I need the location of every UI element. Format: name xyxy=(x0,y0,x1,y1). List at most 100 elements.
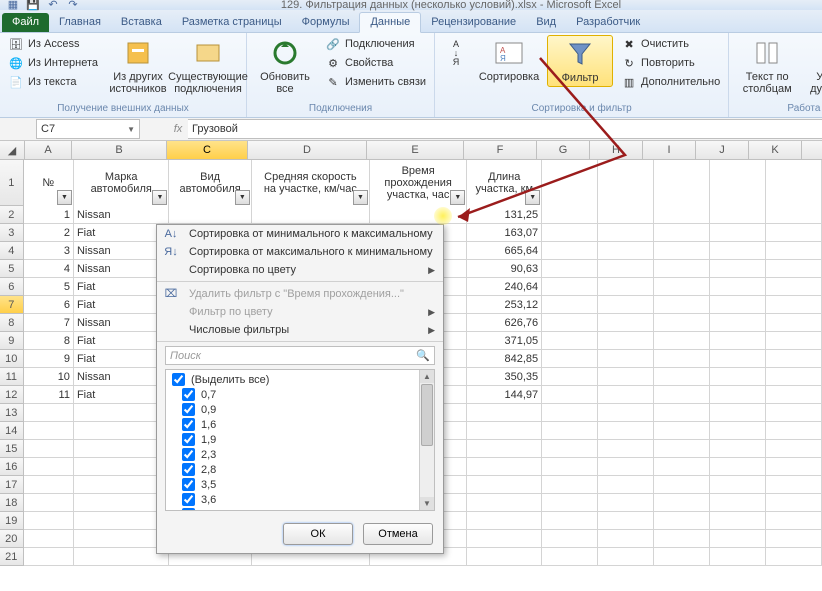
filter-dropdown-icon[interactable]: ▼ xyxy=(57,190,72,205)
cell[interactable]: 6 xyxy=(24,296,74,314)
col-header-I[interactable]: I xyxy=(643,141,696,159)
save-icon[interactable]: 💾 xyxy=(26,0,40,11)
row-header[interactable]: 9 xyxy=(0,332,24,350)
tab-formulas[interactable]: Формулы xyxy=(292,13,360,32)
col-header-K[interactable]: K xyxy=(749,141,802,159)
value-checkbox[interactable] xyxy=(182,493,195,506)
name-box[interactable]: C7▼ xyxy=(36,119,140,139)
from-access-button[interactable]: 🗄Из Access xyxy=(6,35,100,53)
col-header-B[interactable]: B xyxy=(72,141,167,159)
cell[interactable]: 163,07 xyxy=(467,224,542,242)
col-header-J[interactable]: J xyxy=(696,141,749,159)
cell[interactable] xyxy=(370,206,467,224)
row-header[interactable]: 10 xyxy=(0,350,24,368)
sort-ascending-item[interactable]: A↓Сортировка от минимального к максималь… xyxy=(157,225,443,243)
cancel-button[interactable]: Отмена xyxy=(363,523,433,545)
cell[interactable]: 7 xyxy=(24,314,74,332)
fx-icon[interactable]: fx xyxy=(168,123,188,135)
cell[interactable] xyxy=(169,206,251,224)
remove-duplicates-button[interactable]: Удалить дубликаты xyxy=(805,35,822,97)
header-cell[interactable]: №▼ xyxy=(24,160,74,206)
existing-connections-button[interactable]: Существующие подключения xyxy=(176,35,240,97)
row-header[interactable]: 4 xyxy=(0,242,24,260)
ok-button[interactable]: ОК xyxy=(283,523,353,545)
row-header[interactable]: 18 xyxy=(0,494,24,512)
sort-az-button[interactable]: A↓Я xyxy=(441,35,471,71)
row-header[interactable]: 13 xyxy=(0,404,24,422)
row-header[interactable]: 2 xyxy=(0,206,24,224)
filter-dropdown-icon[interactable]: ▼ xyxy=(353,190,368,205)
header-cell[interactable]: Длина участка, км▼ xyxy=(467,160,542,206)
sort-descending-item[interactable]: Я↓Сортировка от максимального к минималь… xyxy=(157,243,443,261)
row-header[interactable]: 6 xyxy=(0,278,24,296)
properties-button[interactable]: ⚙Свойства xyxy=(323,54,428,72)
row-header[interactable]: 21 xyxy=(0,548,24,566)
cell[interactable]: 253,12 xyxy=(467,296,542,314)
select-all-cell[interactable]: ◢ xyxy=(0,141,25,159)
cell[interactable]: 11 xyxy=(24,386,74,404)
value-checkbox[interactable] xyxy=(182,478,195,491)
sort-by-color-item[interactable]: Сортировка по цвету▶ xyxy=(157,261,443,279)
cell[interactable]: 350,35 xyxy=(467,368,542,386)
tab-home[interactable]: Главная xyxy=(49,13,111,32)
select-all-checkbox[interactable] xyxy=(172,373,185,386)
value-checkbox[interactable] xyxy=(182,388,195,401)
filter-dropdown-icon[interactable]: ▼ xyxy=(235,190,250,205)
value-checkbox[interactable] xyxy=(182,433,195,446)
from-web-button[interactable]: 🌐Из Интернета xyxy=(6,54,100,72)
filter-button[interactable]: Фильтр xyxy=(547,35,613,87)
undo-icon[interactable]: ↶ xyxy=(46,0,60,11)
cell[interactable]: 90,63 xyxy=(467,260,542,278)
filter-dropdown-icon[interactable]: ▼ xyxy=(450,190,465,205)
cell[interactable]: 131,25 xyxy=(467,206,542,224)
row-header[interactable]: 3 xyxy=(0,224,24,242)
col-header-H[interactable]: H xyxy=(590,141,643,159)
row-header[interactable]: 12 xyxy=(0,386,24,404)
col-header-A[interactable]: A xyxy=(25,141,72,159)
checklist-scrollbar[interactable]: ▲▼ xyxy=(419,370,434,510)
from-text-button[interactable]: 📄Из текста xyxy=(6,73,100,91)
row-header[interactable]: 19 xyxy=(0,512,24,530)
value-checkbox[interactable] xyxy=(182,418,195,431)
row-header[interactable]: 8 xyxy=(0,314,24,332)
row-header-1[interactable]: 1 xyxy=(0,160,24,206)
tab-developer[interactable]: Разработчик xyxy=(566,13,650,32)
row-header[interactable]: 7 xyxy=(0,296,24,314)
value-checkbox[interactable] xyxy=(182,508,195,511)
sort-button[interactable]: АЯ Сортировка xyxy=(477,35,541,85)
namebox-dropdown-icon[interactable]: ▼ xyxy=(127,125,135,134)
row-header[interactable]: 14 xyxy=(0,422,24,440)
tab-view[interactable]: Вид xyxy=(526,13,566,32)
cell[interactable]: 144,97 xyxy=(467,386,542,404)
header-cell[interactable]: Марка автомобиля▼ xyxy=(74,160,170,206)
row-header[interactable]: 11 xyxy=(0,368,24,386)
row-header[interactable]: 17 xyxy=(0,476,24,494)
filter-values-list[interactable]: (Выделить все)0,70,91,61,92,32,83,53,64,… xyxy=(165,369,435,511)
cell[interactable]: 2 xyxy=(24,224,74,242)
col-header-F[interactable]: F xyxy=(464,141,537,159)
cell[interactable]: 3 xyxy=(24,242,74,260)
cell[interactable]: 371,05 xyxy=(467,332,542,350)
header-cell[interactable]: Средняя скорость на участке, км/час▼ xyxy=(252,160,370,206)
col-header-D[interactable]: D xyxy=(248,141,367,159)
header-cell[interactable]: Время прохождения участка, час▼ xyxy=(370,160,467,206)
filter-dropdown-icon[interactable]: ▼ xyxy=(525,190,540,205)
tab-insert[interactable]: Вставка xyxy=(111,13,172,32)
col-header-E[interactable]: E xyxy=(367,141,464,159)
redo-icon[interactable]: ↷ xyxy=(66,0,80,11)
tab-data[interactable]: Данные xyxy=(359,12,421,33)
tab-review[interactable]: Рецензирование xyxy=(421,13,526,32)
cell[interactable]: 10 xyxy=(24,368,74,386)
cell[interactable]: 8 xyxy=(24,332,74,350)
row-header[interactable]: 5 xyxy=(0,260,24,278)
tab-page-layout[interactable]: Разметка страницы xyxy=(172,13,292,32)
cell[interactable]: 842,85 xyxy=(467,350,542,368)
cell[interactable]: 9 xyxy=(24,350,74,368)
header-cell[interactable]: Вид автомобиля▼ xyxy=(169,160,251,206)
row-header[interactable]: 16 xyxy=(0,458,24,476)
text-to-columns-button[interactable]: Текст по столбцам xyxy=(735,35,799,97)
cell[interactable]: 5 xyxy=(24,278,74,296)
cell[interactable]: 240,64 xyxy=(467,278,542,296)
clear-filter-button[interactable]: ✖Очистить xyxy=(619,35,722,53)
file-tab[interactable]: Файл xyxy=(2,13,49,32)
